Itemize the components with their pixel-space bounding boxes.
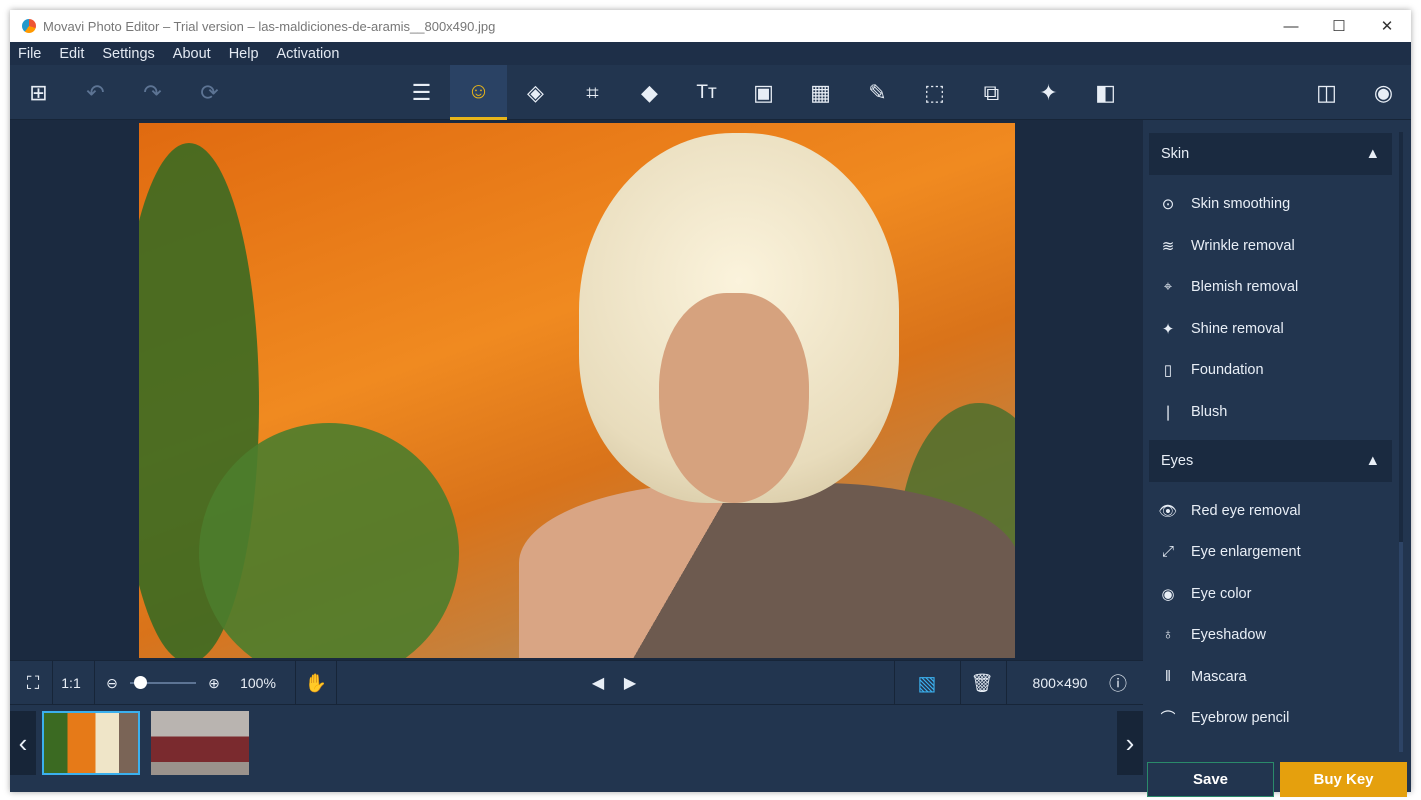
app-logo-icon xyxy=(22,19,36,33)
zoom-out-icon[interactable]: ⊖ xyxy=(102,661,122,705)
compare-icon[interactable]: ◫ xyxy=(1298,65,1355,120)
tool-eye-color[interactable]: ◉ Eye color xyxy=(1149,573,1392,614)
reset-icon[interactable]: ⟳ xyxy=(181,65,238,120)
info-icon[interactable]: ⓘ xyxy=(1106,661,1130,705)
collapse-icon: ▲ xyxy=(1365,146,1380,162)
photo xyxy=(139,123,1015,658)
menu-edit[interactable]: Edit xyxy=(59,46,84,62)
thumbnail-portrait[interactable] xyxy=(42,711,140,775)
menu-settings[interactable]: Settings xyxy=(102,46,154,62)
menu-help[interactable]: Help xyxy=(229,46,259,62)
retouch-panel: Skin ▲ ⊙ Skin smoothing ≋ Wrinkle removal ⌖… xyxy=(1143,120,1411,797)
blush-brush-icon: ❘ xyxy=(1161,403,1175,421)
tool-wrinkle-removal[interactable]: ≋ Wrinkle removal xyxy=(1149,225,1392,266)
filmstrip-left-arrow[interactable]: ‹ xyxy=(10,711,36,775)
window-title: Movavi Photo Editor – Trial version – la… xyxy=(43,18,496,34)
resize-icon[interactable]: ⧉ xyxy=(963,65,1020,120)
open-file-icon[interactable]: ⊞ xyxy=(10,65,67,120)
tool-eyeshadow[interactable]: ♁ Eyeshadow xyxy=(1149,614,1392,655)
frame-icon[interactable]: ▣ xyxy=(735,65,792,120)
title-bar: Movavi Photo Editor – Trial version – la… xyxy=(10,10,1411,42)
save-button[interactable]: Save xyxy=(1147,762,1274,797)
crop-icon[interactable]: ⌗ xyxy=(564,65,621,120)
filmstrip: ‹ › xyxy=(10,705,1143,792)
sparkle-icon: ✦ xyxy=(1161,320,1175,338)
mascara-icon: ǁ xyxy=(1164,668,1172,685)
replace-background-icon[interactable]: ◧ xyxy=(1077,65,1134,120)
app-window: Movavi Photo Editor – Trial version – la… xyxy=(10,10,1411,797)
zoom-slider[interactable] xyxy=(128,661,198,705)
eye-enlarge-icon: ⤢ xyxy=(1161,543,1174,560)
effects-icon[interactable]: ▦ xyxy=(792,65,849,120)
menu-bar: File Edit Settings About Help Activation xyxy=(10,42,1411,65)
adjust-icon[interactable]: ☰ xyxy=(393,65,450,120)
eye-color-icon: ◉ xyxy=(1161,585,1175,603)
auto-enhance-icon[interactable]: ✦ xyxy=(1020,65,1077,120)
undo-icon[interactable]: ↶ xyxy=(67,65,124,120)
close-button[interactable]: ✕ xyxy=(1363,10,1411,42)
redo-icon[interactable]: ↷ xyxy=(124,65,181,120)
delete-icon[interactable]: 🗑 xyxy=(968,661,996,705)
toolbar: ⊞ ↶ ↷ ⟳ ☰ ☺ ◈ ⌗ ◆ Tт ▣ ▦ ✎ ⬚ ⧉ ✦ ◧ ◫ ◉ xyxy=(10,65,1411,120)
maximize-button[interactable]: ☐ xyxy=(1315,10,1363,42)
eyebrow-icon: ⌒ xyxy=(1160,710,1176,727)
section-title: Eyes xyxy=(1161,453,1194,469)
filmstrip-toggle-icon[interactable]: ▧ xyxy=(904,661,950,705)
background-icon[interactable]: ◆ xyxy=(621,65,678,120)
magic-wand-icon[interactable]: ✎ xyxy=(849,65,906,120)
foundation-icon: ▯ xyxy=(1163,361,1173,379)
zoom-level: 100% xyxy=(240,675,276,691)
blemish-icon: ⌖ xyxy=(1163,278,1173,295)
collapse-icon: ▲ xyxy=(1365,453,1380,469)
eyeshadow-icon: ♁ xyxy=(1162,626,1174,643)
section-skin-header[interactable]: Skin ▲ xyxy=(1149,133,1392,175)
fit-screen-button[interactable]: ⛶ xyxy=(16,661,50,705)
actual-size-button[interactable]: 1:1 xyxy=(54,661,88,705)
tool-blemish-removal[interactable]: ⌖ Blemish removal xyxy=(1149,266,1392,307)
panel-scrollbar[interactable] xyxy=(1399,132,1403,752)
previous-image-button[interactable]: ◀ xyxy=(586,661,610,705)
section-title: Skin xyxy=(1161,146,1190,162)
tool-eye-enlargement[interactable]: ⤢ Eye enlargement xyxy=(1149,531,1392,572)
retouch-face-icon[interactable]: ☺ xyxy=(450,65,507,120)
filmstrip-right-arrow[interactable]: › xyxy=(1117,711,1143,775)
hand-tool-icon[interactable]: ✋ xyxy=(302,661,330,705)
selection-icon[interactable]: ⬚ xyxy=(906,65,963,120)
skin-smoothing-icon: ⊙ xyxy=(1161,195,1175,213)
image-canvas[interactable] xyxy=(10,120,1143,660)
tool-blush[interactable]: ❘ Blush xyxy=(1149,391,1392,432)
buy-key-button[interactable]: Buy Key xyxy=(1280,762,1407,797)
tool-foundation[interactable]: ▯ Foundation xyxy=(1149,349,1392,390)
tool-eyebrow-pencil[interactable]: ⌒ Eyebrow pencil xyxy=(1149,697,1392,738)
wrinkle-icon: ≋ xyxy=(1161,237,1175,255)
tool-red-eye-removal[interactable]: 👁 Red eye removal xyxy=(1149,490,1392,531)
section-eyes-header[interactable]: Eyes ▲ xyxy=(1149,440,1392,482)
tool-shine-removal[interactable]: ✦ Shine removal xyxy=(1149,308,1392,349)
preview-eye-icon[interactable]: ◉ xyxy=(1355,65,1412,120)
minimize-button[interactable]: — xyxy=(1267,10,1315,42)
object-removal-icon[interactable]: ◈ xyxy=(507,65,564,120)
zoom-in-icon[interactable]: ⊕ xyxy=(204,661,224,705)
menu-activation[interactable]: Activation xyxy=(277,46,340,62)
next-image-button[interactable]: ▶ xyxy=(618,661,642,705)
menu-file[interactable]: File xyxy=(18,46,41,62)
text-icon[interactable]: Tт xyxy=(678,65,735,120)
eye-icon: 👁 xyxy=(1158,502,1178,520)
thumbnail-car[interactable] xyxy=(151,711,249,775)
tool-mascara[interactable]: ǁ Mascara xyxy=(1149,656,1392,697)
menu-about[interactable]: About xyxy=(173,46,211,62)
bottom-bar: ⛶ 1:1 ⊖ ⊕ 100% ✋ ◀ ▶ ▧ 🗑 800×490 ⓘ xyxy=(10,660,1143,705)
tool-skin-smoothing[interactable]: ⊙ Skin smoothing xyxy=(1149,183,1392,224)
image-dimensions: 800×490 xyxy=(1032,675,1088,691)
